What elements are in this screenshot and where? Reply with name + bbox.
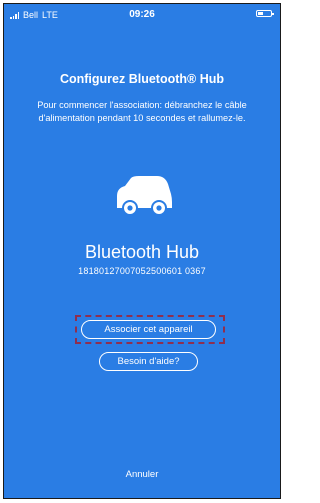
- status-time: 09:26: [129, 9, 155, 20]
- status-bar: Bell LTE 09:26: [4, 4, 280, 24]
- help-button[interactable]: Besoin d'aide?: [99, 352, 198, 371]
- instructions-text: Pour commencer l'association: débranchez…: [37, 100, 247, 123]
- device-name: Bluetooth Hub: [84, 242, 200, 262]
- phone-screen: Bell LTE 09:26 Configurez Bluetooth® Hub…: [3, 3, 281, 499]
- pair-device-button[interactable]: Associer cet appareil: [81, 320, 216, 339]
- battery-icon: [256, 10, 274, 17]
- cancel-button[interactable]: Annuler: [4, 469, 280, 480]
- car-icon: [117, 176, 172, 216]
- device-serial: 18180127007052500601 0367: [78, 266, 206, 276]
- page-title: Configurez Bluetooth® Hub: [59, 72, 225, 86]
